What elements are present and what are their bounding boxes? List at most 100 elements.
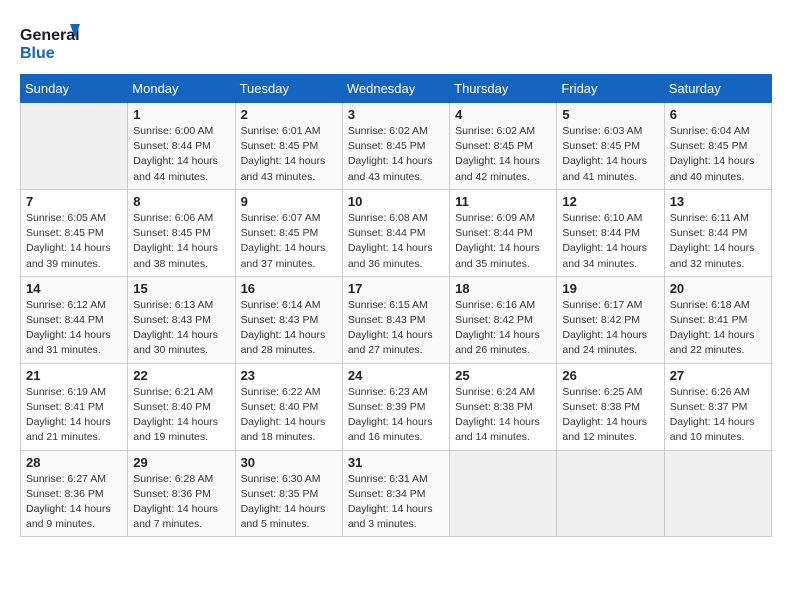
calendar-cell [664, 450, 771, 537]
day-info: Sunrise: 6:15 AM Sunset: 8:43 PM Dayligh… [348, 298, 444, 359]
day-number: 31 [348, 455, 444, 470]
calendar-cell: 29 Sunrise: 6:28 AM Sunset: 8:36 PM Dayli… [128, 450, 235, 537]
day-number: 17 [348, 281, 444, 296]
calendar-cell: 16Sunrise: 6:14 AM Sunset: 8:43 PM Dayli… [235, 276, 342, 363]
day-info: Sunrise: 6:28 AM Sunset: 8:36 PM Dayligh… [133, 472, 229, 533]
day-number: 23 [241, 368, 337, 383]
calendar-cell: 20Sunrise: 6:18 AM Sunset: 8:41 PM Dayli… [664, 276, 771, 363]
calendar-cell: 24 Sunrise: 6:23 AM Sunset: 8:39 PM Dayli… [342, 363, 449, 450]
day-number: 6 [670, 107, 766, 122]
day-number: 28 [26, 455, 122, 470]
day-info: Sunrise: 6:01 AM Sunset: 8:45 PM Dayligh… [241, 124, 337, 185]
day-info: Sunrise: 6:09 AM Sunset: 8:44 PM Dayligh… [455, 211, 551, 272]
day-number: 1 [133, 107, 229, 122]
day-info: Sunrise: 6:08 AM Sunset: 8:44 PM Dayligh… [348, 211, 444, 272]
day-number: 4 [455, 107, 551, 122]
day-info: Sunrise: 6:23 AM Sunset: 8:39 PM Dayligh… [348, 385, 444, 446]
calendar-cell [557, 450, 664, 537]
day-info: Sunrise: 6:31 AM Sunset: 8:34 PM Dayligh… [348, 472, 444, 533]
day-number: 21 [26, 368, 122, 383]
day-info: Sunrise: 6:30 AM Sunset: 8:35 PM Dayligh… [241, 472, 337, 533]
day-number: 16 [241, 281, 337, 296]
day-info: Sunrise: 6:12 AM Sunset: 8:44 PM Dayligh… [26, 298, 122, 359]
day-number: 14 [26, 281, 122, 296]
day-info: Sunrise: 6:19 AM Sunset: 8:41 PM Dayligh… [26, 385, 122, 446]
day-info: Sunrise: 6:21 AM Sunset: 8:40 PM Dayligh… [133, 385, 229, 446]
day-info: Sunrise: 6:11 AM Sunset: 8:44 PM Dayligh… [670, 211, 766, 272]
calendar-cell: 19 Sunrise: 6:17 AM Sunset: 8:42 PM Dayli… [557, 276, 664, 363]
day-number: 5 [562, 107, 658, 122]
day-number: 20 [670, 281, 766, 296]
calendar-cell: 18 Sunrise: 6:16 AM Sunset: 8:42 PM Dayli… [450, 276, 557, 363]
day-info: Sunrise: 6:16 AM Sunset: 8:42 PM Dayligh… [455, 298, 551, 359]
calendar-week-row: 21 Sunrise: 6:19 AM Sunset: 8:41 PM Dayli… [21, 363, 772, 450]
calendar-cell: 23 Sunrise: 6:22 AM Sunset: 8:40 PM Dayli… [235, 363, 342, 450]
calendar-cell: 14 Sunrise: 6:12 AM Sunset: 8:44 PM Dayli… [21, 276, 128, 363]
weekday-header-monday: Monday [128, 75, 235, 103]
day-number: 19 [562, 281, 658, 296]
calendar-week-row: 1 Sunrise: 6:00 AM Sunset: 8:44 PM Daylig… [21, 103, 772, 190]
calendar-cell [450, 450, 557, 537]
calendar-week-row: 14 Sunrise: 6:12 AM Sunset: 8:44 PM Dayli… [21, 276, 772, 363]
day-info: Sunrise: 6:02 AM Sunset: 8:45 PM Dayligh… [455, 124, 551, 185]
calendar-table: SundayMondayTuesdayWednesdayThursdayFrid… [20, 74, 772, 537]
calendar-cell: 27 Sunrise: 6:26 AM Sunset: 8:37 PM Dayli… [664, 363, 771, 450]
calendar-cell [21, 103, 128, 190]
day-info: Sunrise: 6:04 AM Sunset: 8:45 PM Dayligh… [670, 124, 766, 185]
day-info: Sunrise: 6:17 AM Sunset: 8:42 PM Dayligh… [562, 298, 658, 359]
day-number: 9 [241, 194, 337, 209]
day-number: 3 [348, 107, 444, 122]
weekday-header-tuesday: Tuesday [235, 75, 342, 103]
day-number: 10 [348, 194, 444, 209]
day-number: 18 [455, 281, 551, 296]
calendar-cell: 21 Sunrise: 6:19 AM Sunset: 8:41 PM Dayli… [21, 363, 128, 450]
day-number: 22 [133, 368, 229, 383]
calendar-cell: 1 Sunrise: 6:00 AM Sunset: 8:44 PM Daylig… [128, 103, 235, 190]
day-info: Sunrise: 6:00 AM Sunset: 8:44 PM Dayligh… [133, 124, 229, 185]
day-info: Sunrise: 6:13 AM Sunset: 8:43 PM Dayligh… [133, 298, 229, 359]
day-info: Sunrise: 6:27 AM Sunset: 8:36 PM Dayligh… [26, 472, 122, 533]
calendar-cell: 28 Sunrise: 6:27 AM Sunset: 8:36 PM Dayli… [21, 450, 128, 537]
day-info: Sunrise: 6:03 AM Sunset: 8:45 PM Dayligh… [562, 124, 658, 185]
day-info: Sunrise: 6:24 AM Sunset: 8:38 PM Dayligh… [455, 385, 551, 446]
day-number: 26 [562, 368, 658, 383]
calendar-cell: 30 Sunrise: 6:30 AM Sunset: 8:35 PM Dayli… [235, 450, 342, 537]
day-number: 24 [348, 368, 444, 383]
calendar-cell: 5 Sunrise: 6:03 AM Sunset: 8:45 PM Daylig… [557, 103, 664, 190]
day-number: 30 [241, 455, 337, 470]
weekday-header-sunday: Sunday [21, 75, 128, 103]
day-info: Sunrise: 6:02 AM Sunset: 8:45 PM Dayligh… [348, 124, 444, 185]
calendar-cell: 15Sunrise: 6:13 AM Sunset: 8:43 PM Dayli… [128, 276, 235, 363]
weekday-header-friday: Friday [557, 75, 664, 103]
logo: GeneralBlue [20, 20, 80, 64]
calendar-cell: 11Sunrise: 6:09 AM Sunset: 8:44 PM Dayli… [450, 189, 557, 276]
day-info: Sunrise: 6:07 AM Sunset: 8:45 PM Dayligh… [241, 211, 337, 272]
svg-text:Blue: Blue [20, 45, 55, 62]
day-info: Sunrise: 6:10 AM Sunset: 8:44 PM Dayligh… [562, 211, 658, 272]
day-info: Sunrise: 6:22 AM Sunset: 8:40 PM Dayligh… [241, 385, 337, 446]
calendar-cell: 4 Sunrise: 6:02 AM Sunset: 8:45 PM Daylig… [450, 103, 557, 190]
calendar-cell: 9 Sunrise: 6:07 AM Sunset: 8:45 PM Daylig… [235, 189, 342, 276]
calendar-cell: 31 Sunrise: 6:31 AM Sunset: 8:34 PM Dayli… [342, 450, 449, 537]
day-number: 13 [670, 194, 766, 209]
calendar-cell: 6 Sunrise: 6:04 AM Sunset: 8:45 PM Daylig… [664, 103, 771, 190]
calendar-cell: 7Sunrise: 6:05 AM Sunset: 8:45 PM Daylig… [21, 189, 128, 276]
day-number: 27 [670, 368, 766, 383]
page-header: GeneralBlue [20, 20, 772, 64]
weekday-header-saturday: Saturday [664, 75, 771, 103]
weekday-header-row: SundayMondayTuesdayWednesdayThursdayFrid… [21, 75, 772, 103]
calendar-cell: 12Sunrise: 6:10 AM Sunset: 8:44 PM Dayli… [557, 189, 664, 276]
calendar-cell: 25 Sunrise: 6:24 AM Sunset: 8:38 PM Dayli… [450, 363, 557, 450]
calendar-cell: 2Sunrise: 6:01 AM Sunset: 8:45 PM Daylig… [235, 103, 342, 190]
weekday-header-wednesday: Wednesday [342, 75, 449, 103]
day-number: 29 [133, 455, 229, 470]
day-number: 25 [455, 368, 551, 383]
logo-icon: GeneralBlue [20, 20, 80, 64]
day-info: Sunrise: 6:06 AM Sunset: 8:45 PM Dayligh… [133, 211, 229, 272]
day-info: Sunrise: 6:25 AM Sunset: 8:38 PM Dayligh… [562, 385, 658, 446]
svg-text:General: General [20, 27, 80, 44]
calendar-cell: 17 Sunrise: 6:15 AM Sunset: 8:43 PM Dayli… [342, 276, 449, 363]
day-info: Sunrise: 6:05 AM Sunset: 8:45 PM Dayligh… [26, 211, 122, 272]
day-info: Sunrise: 6:26 AM Sunset: 8:37 PM Dayligh… [670, 385, 766, 446]
calendar-cell: 8Sunrise: 6:06 AM Sunset: 8:45 PM Daylig… [128, 189, 235, 276]
